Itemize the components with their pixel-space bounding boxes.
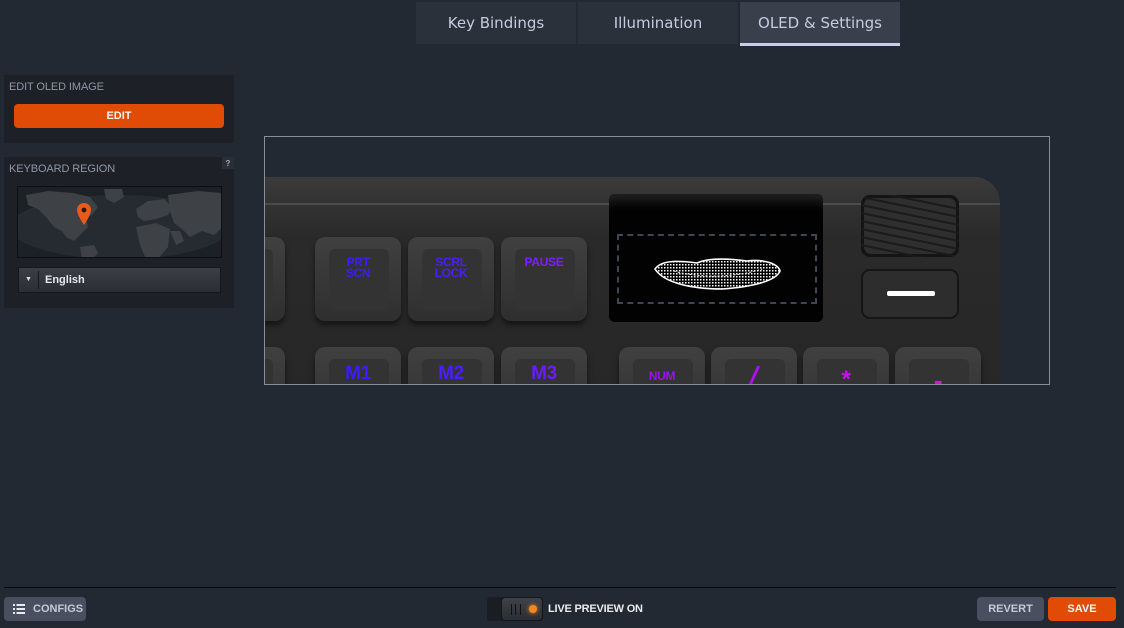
keyboard-preview: PRT SCN SCRL LOCK PAUSE M1 M2 M3 NUM / *… bbox=[264, 136, 1050, 385]
key-label: M1 bbox=[345, 363, 371, 384]
save-button[interactable]: SAVE bbox=[1048, 597, 1116, 621]
key-label: M3 bbox=[531, 363, 557, 384]
key-m2[interactable]: M2 bbox=[408, 347, 494, 384]
tab-key-bindings[interactable]: Key Bindings bbox=[416, 2, 576, 44]
key-label: M2 bbox=[438, 363, 464, 384]
key-numpad-divide[interactable]: / bbox=[711, 347, 797, 385]
key-label: - bbox=[933, 365, 943, 385]
toggle-knob[interactable] bbox=[501, 597, 543, 621]
selected-language: English bbox=[45, 274, 85, 286]
live-preview-toggle[interactable] bbox=[487, 597, 543, 621]
tab-oled-settings[interactable]: OLED & Settings bbox=[740, 2, 900, 46]
location-pin-icon bbox=[77, 203, 91, 225]
media-button[interactable] bbox=[861, 269, 959, 319]
key-numpad-multiply[interactable]: * bbox=[803, 347, 889, 385]
keyboard-language-select[interactable]: ▼ English bbox=[18, 267, 221, 293]
list-icon bbox=[13, 604, 25, 614]
grip-icon bbox=[511, 604, 521, 615]
key-label: / bbox=[746, 361, 762, 385]
key-numpad-minus[interactable]: - bbox=[895, 347, 981, 385]
led-indicator-icon bbox=[529, 605, 537, 613]
key-label: NUM bbox=[648, 369, 676, 383]
oled-screen[interactable] bbox=[609, 194, 823, 322]
key-scroll-lock[interactable]: SCRL LOCK bbox=[408, 237, 494, 321]
key-pause[interactable]: PAUSE bbox=[501, 237, 587, 321]
key-print-screen[interactable]: PRT SCN bbox=[315, 237, 401, 321]
live-preview-label: LIVE PREVIEW ON bbox=[548, 603, 643, 615]
key-m1[interactable]: M1 bbox=[315, 347, 401, 384]
key-partial[interactable] bbox=[265, 237, 285, 321]
key-m3[interactable]: M3 bbox=[501, 347, 587, 384]
key-label: * bbox=[841, 366, 851, 385]
oled-logo-image bbox=[654, 258, 781, 290]
world-map-graphic bbox=[18, 189, 221, 257]
key-label: PAUSE bbox=[524, 255, 564, 269]
dropdown-arrow-icon: ▼ bbox=[19, 271, 39, 289]
world-map[interactable] bbox=[17, 186, 222, 258]
oled-image-frame[interactable] bbox=[617, 234, 817, 304]
key-label: PRT SCN bbox=[345, 255, 371, 280]
volume-wheel[interactable] bbox=[861, 195, 959, 257]
tab-illumination[interactable]: Illumination bbox=[578, 2, 738, 44]
key-label: SCRL LOCK bbox=[434, 255, 468, 280]
wheel-texture bbox=[861, 195, 959, 257]
key-partial[interactable] bbox=[265, 347, 285, 384]
configs-button[interactable]: CONFIGS bbox=[4, 597, 86, 621]
key-num-lock[interactable]: NUM bbox=[619, 347, 705, 384]
revert-button[interactable]: REVERT bbox=[977, 597, 1044, 621]
footer-divider bbox=[4, 587, 1116, 588]
keyboard-region-panel: KEYBOARD REGION ? ▼ English bbox=[4, 157, 234, 308]
configs-label: CONFIGS bbox=[33, 603, 84, 615]
edit-oled-button[interactable]: EDIT bbox=[14, 104, 224, 128]
tab-bar: Key Bindings Illumination OLED & Setting… bbox=[416, 2, 900, 46]
edit-oled-title: EDIT OLED IMAGE bbox=[9, 81, 104, 93]
media-button-indicator bbox=[887, 291, 935, 296]
help-icon[interactable]: ? bbox=[222, 157, 234, 169]
keyboard-region-title: KEYBOARD REGION bbox=[9, 163, 116, 175]
edit-oled-panel: EDIT OLED IMAGE EDIT bbox=[4, 75, 234, 143]
